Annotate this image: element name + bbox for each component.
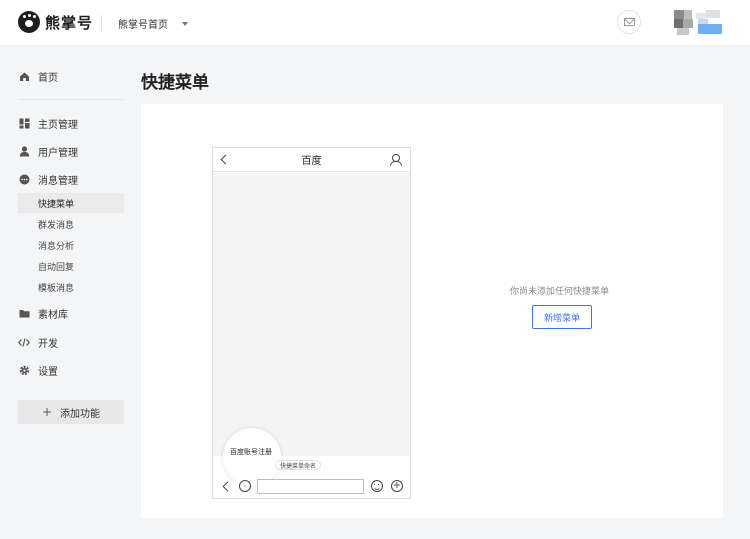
emoji-icon	[371, 480, 383, 492]
sidebar-item-home[interactable]: 首页	[18, 66, 124, 86]
add-function-label: 添加功能	[60, 408, 101, 420]
sidebar-subitem-label: 群发消息	[38, 220, 75, 231]
user-icon	[18, 145, 30, 157]
avatar[interactable]	[674, 10, 722, 36]
phone-preview: 百度 百度账号注册 快捷菜单命名 ◦ +	[212, 147, 411, 499]
menu-bubble-label: 百度账号注册	[230, 448, 272, 456]
sidebar-item-settings[interactable]: 设置	[18, 360, 124, 380]
logo-text: 熊掌号	[45, 13, 94, 32]
sidebar-subitem-label: 自动回复	[38, 262, 75, 273]
sidebar-item-label: 消息管理	[38, 175, 78, 187]
add-function-button[interactable]: + 添加功能	[18, 400, 124, 424]
back-arrow-icon	[222, 481, 233, 492]
phone-header: 百度	[213, 148, 410, 172]
sidebar-item-material-library[interactable]: 素材库	[18, 303, 124, 323]
plus-circle-icon: +	[391, 480, 403, 492]
messages-button[interactable]	[617, 10, 641, 34]
sidebar-item-develop[interactable]: 开发	[18, 332, 124, 352]
header-divider	[101, 15, 102, 31]
folder-icon	[18, 307, 30, 319]
new-menu-button[interactable]: 新增菜单	[532, 305, 592, 329]
back-arrow-icon	[220, 154, 231, 165]
sidebar-item-label: 开发	[38, 338, 58, 350]
paw-logo-icon	[18, 11, 40, 33]
sidebar-subitem-template-message[interactable]: 模板消息	[18, 277, 124, 297]
menu-tag: 快捷菜单命名	[275, 460, 322, 470]
sidebar-subitem-quick-menu[interactable]: 快捷菜单	[18, 193, 124, 213]
account-switcher[interactable]: 熊掌号首页	[118, 16, 188, 31]
sidebar-item-label: 用户管理	[38, 147, 78, 159]
sidebar-divider	[18, 99, 124, 100]
sidebar-subitem-message-analysis[interactable]: 消息分析	[18, 235, 124, 255]
code-icon	[18, 336, 30, 348]
message-icon	[18, 173, 30, 185]
empty-state-message: 你尚未添加任何快捷菜单	[510, 287, 610, 297]
logo[interactable]: 熊掌号	[18, 11, 93, 33]
phone-message-input	[257, 479, 364, 494]
sidebar-item-user-management[interactable]: 用户管理	[18, 141, 124, 161]
phone-chat-area	[213, 173, 410, 456]
sidebar-item-label: 主页管理	[38, 119, 78, 131]
sidebar-subitem-auto-reply[interactable]: 自动回复	[18, 256, 124, 276]
sidebar-subitem-label: 消息分析	[38, 241, 75, 252]
voice-icon: ◦	[239, 480, 251, 492]
sidebar-subitem-label: 模板消息	[38, 283, 75, 294]
plus-icon: +	[41, 405, 53, 419]
account-switch-label: 熊掌号首页	[118, 20, 168, 31]
sidebar-subitem-mass-message[interactable]: 群发消息	[18, 214, 124, 234]
mail-icon	[623, 18, 635, 26]
phone-input-bar: ◦ +	[213, 475, 410, 498]
sidebar-item-label: 素材库	[38, 309, 68, 321]
sidebar-item-message-management[interactable]: 消息管理	[18, 169, 124, 189]
sidebar-item-label: 首页	[38, 72, 58, 84]
top-header: 熊掌号 熊掌号首页	[0, 0, 750, 46]
sidebar-subitem-label: 快捷菜单	[38, 199, 75, 210]
phone-title: 百度	[301, 156, 322, 167]
sidebar-item-homepage-management[interactable]: 主页管理	[18, 113, 124, 133]
sidebar-item-label: 设置	[38, 366, 58, 378]
page-title: 快捷菜单	[141, 73, 209, 93]
gear-icon	[18, 364, 30, 376]
chevron-down-icon	[182, 21, 188, 26]
user-icon	[390, 154, 402, 166]
quick-menu-panel: 百度 百度账号注册 快捷菜单命名 ◦ + 你尚未添加任何快捷菜单 新增菜单	[141, 104, 723, 518]
home-icon	[18, 70, 30, 82]
grid-icon	[18, 117, 30, 129]
